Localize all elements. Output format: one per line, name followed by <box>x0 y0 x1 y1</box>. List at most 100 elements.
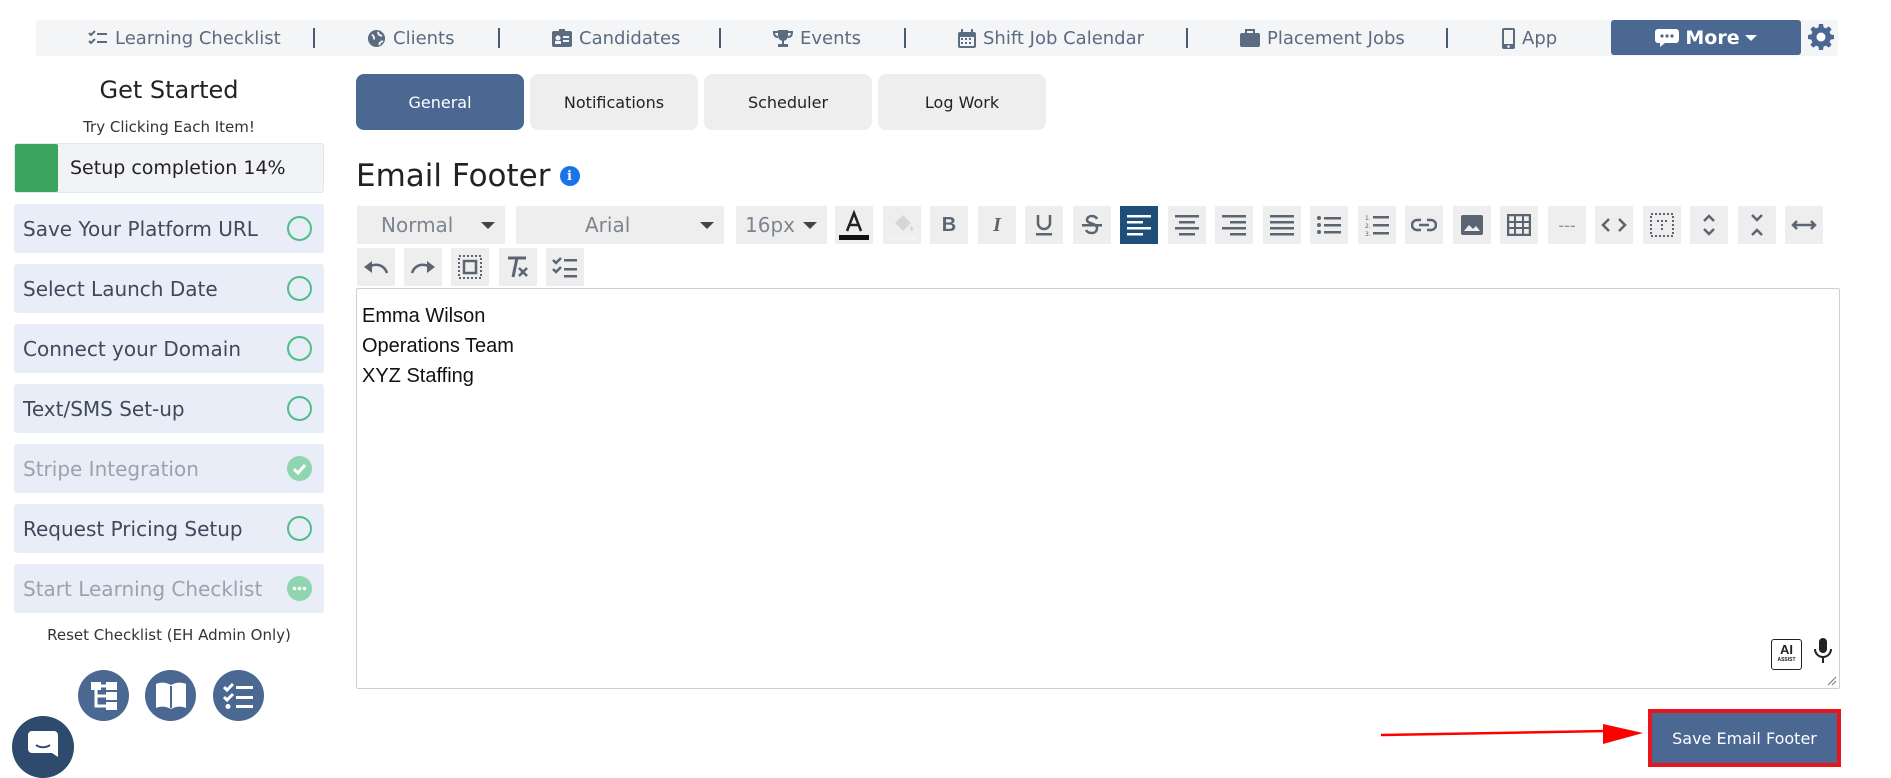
italic-icon: I <box>993 213 1001 236</box>
status-open-icon <box>287 276 312 301</box>
chat-launcher-button[interactable] <box>12 716 74 778</box>
nav-candidates[interactable]: Candidates <box>552 20 680 56</box>
sitemap-button[interactable] <box>78 670 129 721</box>
tasks-icon <box>222 682 253 709</box>
save-email-footer-button[interactable]: Save Email Footer <box>1652 713 1837 763</box>
italic-button[interactable]: I <box>978 206 1016 244</box>
font-color-button[interactable] <box>835 206 873 244</box>
microphone-icon[interactable] <box>1814 638 1832 664</box>
checklist-button[interactable] <box>546 248 584 286</box>
align-center-button[interactable] <box>1168 206 1206 244</box>
checklist-item-label: Save Your Platform URL <box>23 216 258 241</box>
font-color-icon <box>839 209 869 240</box>
code-view-button[interactable] <box>1595 206 1633 244</box>
checklist-item-platform-url[interactable]: Save Your Platform URL <box>14 204 324 253</box>
horizontal-rule-button[interactable]: --- <box>1548 206 1586 244</box>
nav-separator <box>1446 28 1448 48</box>
align-left-icon <box>1127 215 1151 236</box>
align-center-icon <box>1175 215 1199 236</box>
svg-text:3.: 3. <box>1365 231 1371 236</box>
setup-progress-bar: Setup completion 14% <box>14 143 324 193</box>
clear-format-button[interactable] <box>499 248 537 286</box>
bullet-list-button[interactable] <box>1310 206 1348 244</box>
nav-events[interactable]: Events <box>773 20 861 56</box>
status-open-icon <box>287 396 312 421</box>
nav-label: Events <box>800 27 861 49</box>
horizontal-rule-label: --- <box>1558 215 1576 235</box>
table-button[interactable] <box>1500 206 1538 244</box>
checklist-item-sms-setup[interactable]: Text/SMS Set-up <box>14 384 324 433</box>
nav-app[interactable]: App <box>1502 20 1557 56</box>
editor-line: Emma Wilson <box>362 305 486 327</box>
numbered-list-button[interactable]: 1. 2. 3. <box>1358 206 1396 244</box>
nav-label: Shift Job Calendar <box>983 27 1145 49</box>
align-right-button[interactable] <box>1215 206 1253 244</box>
phone-icon <box>1502 27 1515 49</box>
clear-format-icon <box>508 256 528 278</box>
top-nav <box>36 20 1838 56</box>
show-blocks-button[interactable] <box>1643 206 1681 244</box>
nav-learning-checklist[interactable]: Learning Checklist <box>88 20 281 56</box>
nav-label: Learning Checklist <box>115 27 281 49</box>
calendar-icon <box>958 28 976 48</box>
font-size-select[interactable]: 16px <box>736 206 827 244</box>
svg-text:1.: 1. <box>1365 215 1371 222</box>
checklist-item-connect-domain[interactable]: Connect your Domain <box>14 324 324 373</box>
tab-general[interactable]: General <box>356 74 524 130</box>
undo-icon <box>364 261 389 274</box>
resize-handle-icon[interactable] <box>1827 676 1837 686</box>
bold-icon: B <box>941 213 957 236</box>
strikethrough-button[interactable] <box>1073 206 1111 244</box>
code-icon <box>1601 218 1627 232</box>
nav-placement-jobs[interactable]: Placement Jobs <box>1240 20 1405 56</box>
link-button[interactable] <box>1405 206 1443 244</box>
tab-log-work[interactable]: Log Work <box>878 74 1046 130</box>
checklist-item-label: Connect your Domain <box>23 336 241 361</box>
nav-shift-job-calendar[interactable]: Shift Job Calendar <box>958 20 1144 56</box>
checklist-format-icon <box>552 257 577 278</box>
strikethrough-icon <box>1082 214 1102 235</box>
email-footer-editor[interactable]: Emma Wilson Operations Team XYZ Staffing… <box>356 288 1840 689</box>
checklist-item-stripe[interactable]: Stripe Integration <box>14 444 324 493</box>
full-width-button[interactable] <box>1785 206 1823 244</box>
underline-button[interactable] <box>1025 206 1063 244</box>
checklist-item-launch-date[interactable]: Select Launch Date <box>14 264 324 313</box>
more-menu-button[interactable]: More <box>1611 20 1801 55</box>
editor-line: Operations Team <box>362 335 514 357</box>
font-family-select[interactable]: Arial <box>516 206 724 244</box>
undo-button[interactable] <box>357 248 395 286</box>
highlight-color-button[interactable] <box>883 206 921 244</box>
align-justify-icon <box>1270 215 1294 236</box>
sidebar-subtitle: Try Clicking Each Item! <box>83 118 255 136</box>
redo-button[interactable] <box>404 248 442 286</box>
trophy-icon <box>773 29 793 47</box>
select-all-button[interactable] <box>451 248 489 286</box>
bold-button[interactable]: B <box>930 206 968 244</box>
checklist-item-label: Start Learning Checklist <box>23 576 263 601</box>
expand-vertical-button[interactable] <box>1690 206 1728 244</box>
align-justify-button[interactable] <box>1263 206 1301 244</box>
nav-clients[interactable]: Clients <box>367 20 455 56</box>
align-left-button[interactable] <box>1120 206 1158 244</box>
tab-notifications[interactable]: Notifications <box>530 74 698 130</box>
ai-assist-button[interactable]: AI ASSIST <box>1771 639 1802 670</box>
gear-icon[interactable] <box>1808 24 1834 50</box>
block-format-select[interactable]: Normal <box>357 206 505 244</box>
info-icon[interactable]: i <box>559 166 580 186</box>
tasks-button[interactable] <box>213 670 264 721</box>
image-button[interactable] <box>1453 206 1491 244</box>
pointer-arrow <box>1381 724 1643 744</box>
reset-checklist-link[interactable]: Reset Checklist (EH Admin Only) <box>12 626 326 644</box>
checklist-item-learning[interactable]: Start Learning Checklist <box>14 564 324 613</box>
status-open-icon <box>287 216 312 241</box>
section-header: Email Footer i <box>356 158 580 194</box>
sidebar-title: Get Started <box>99 76 239 104</box>
nav-separator <box>313 28 315 48</box>
tab-scheduler[interactable]: Scheduler <box>704 74 872 130</box>
arrows-horizontal-icon <box>1791 220 1817 230</box>
collapse-vertical-button[interactable] <box>1738 206 1776 244</box>
checklist-item-pricing-setup[interactable]: Request Pricing Setup <box>14 504 324 553</box>
book-button[interactable] <box>145 670 196 721</box>
chat-icon <box>28 731 58 757</box>
nav-separator <box>1186 28 1188 48</box>
